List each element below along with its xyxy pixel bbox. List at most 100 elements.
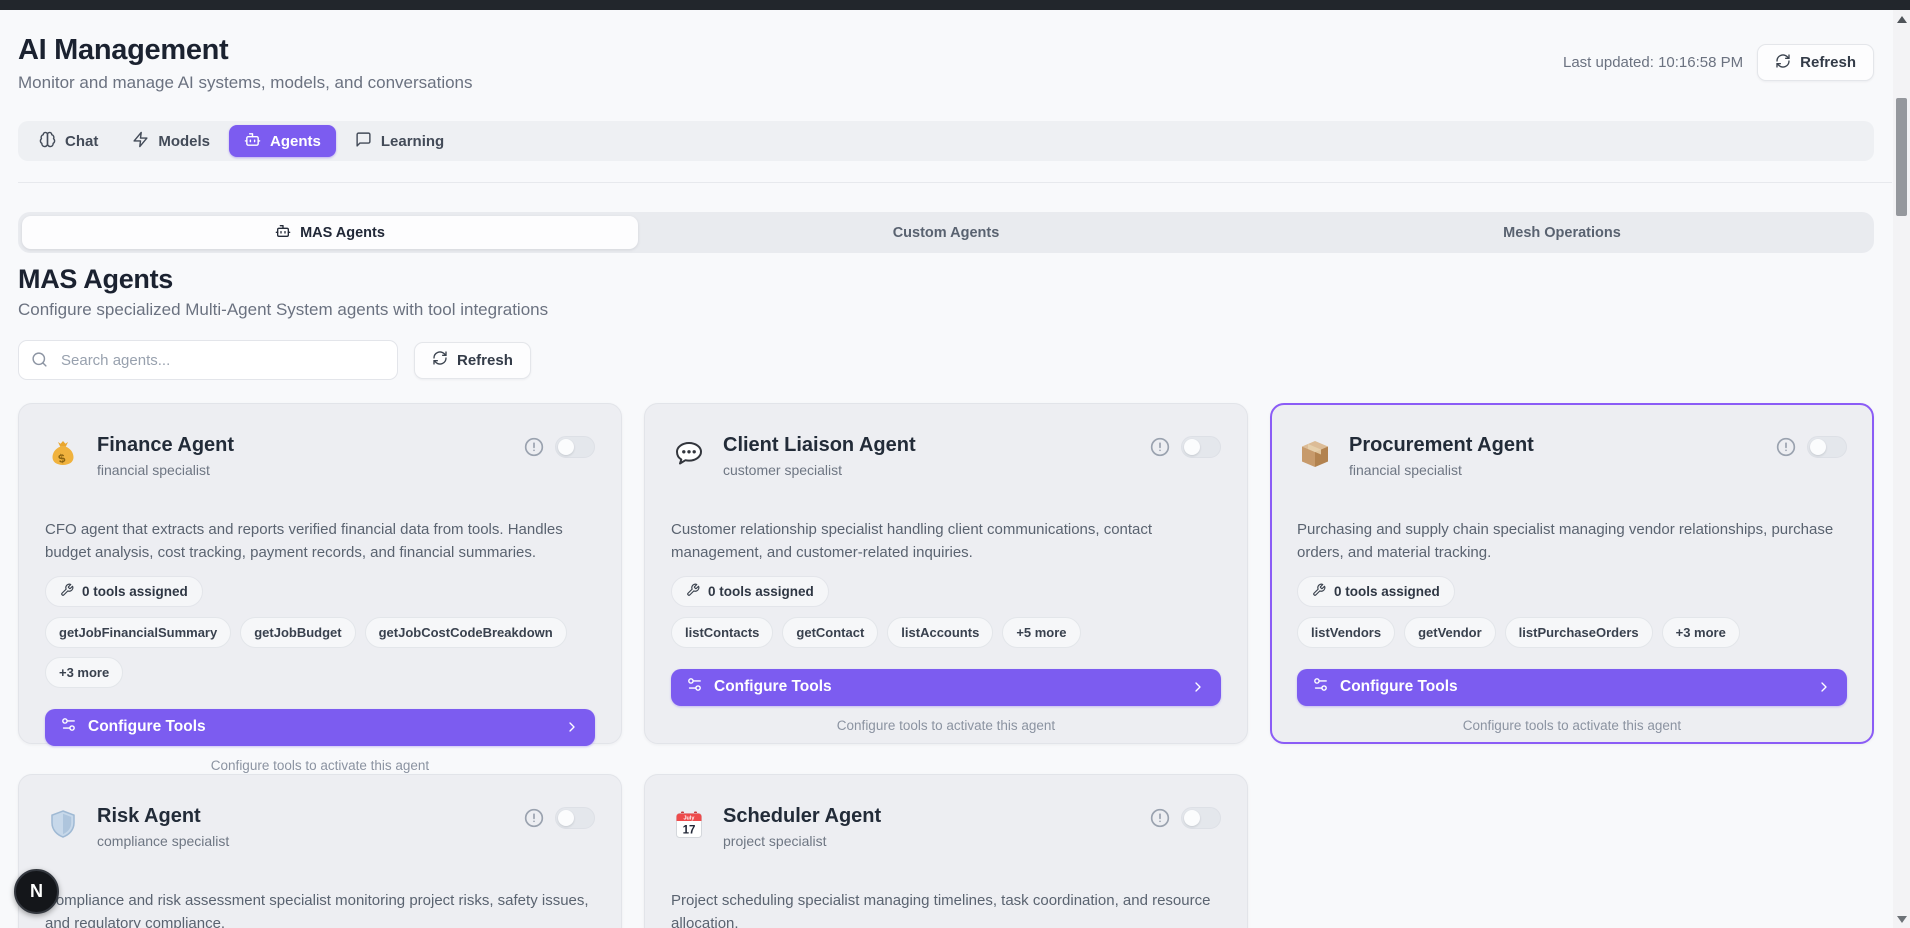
agent-card-scheduler: July 17 Scheduler Agent project speciali… [644,774,1248,928]
tab-models[interactable]: Models [117,125,225,157]
agent-role: financial specialist [1349,462,1534,478]
svg-text:17: 17 [683,825,696,837]
chevron-right-icon [1190,679,1206,695]
tool-tag: listContacts [671,617,773,648]
tool-tags: getJobFinancialSummary getJobBudget getJ… [45,617,595,688]
agent-enable-toggle[interactable] [1181,436,1221,458]
agent-name: Finance Agent [97,434,234,457]
tool-tag: getJobBudget [240,617,355,648]
agent-enable-toggle[interactable] [555,807,595,829]
money-bag-icon: $ [45,436,81,472]
tool-tag: listVendors [1297,617,1395,648]
subtab-custom-agents[interactable]: Custom Agents [638,216,1254,249]
dev-badge-label: N [30,881,43,902]
agent-name: Scheduler Agent [723,805,881,828]
refresh-button-label: Refresh [457,352,513,369]
bot-icon [244,131,261,152]
info-icon[interactable] [524,437,544,457]
tool-tag: listPurchaseOrders [1505,617,1653,648]
tool-tag: getVendor [1404,617,1496,648]
subtab-label: Custom Agents [893,225,1000,241]
tab-label: Agents [270,133,321,150]
tool-tags: listContacts getContact listAccounts +5 … [671,617,1221,648]
tab-label: Chat [65,133,98,150]
brain-icon [39,131,56,152]
tab-learning[interactable]: Learning [340,125,459,157]
agent-name: Client Liaison Agent [723,434,916,457]
agent-role: compliance specialist [97,833,229,849]
search-input[interactable] [18,340,398,380]
tools-assigned-label: 0 tools assigned [708,584,814,599]
refresh-icon [432,350,448,370]
tool-tag: listAccounts [887,617,993,648]
tab-chat[interactable]: Chat [24,125,113,157]
last-updated-text: Last updated: 10:16:58 PM [1563,54,1743,71]
refresh-icon [1775,53,1791,73]
wrench-icon [686,583,700,600]
more-tools-tag: +3 more [1662,617,1740,648]
tools-assigned-badge: 0 tools assigned [1297,576,1455,607]
more-tools-tag: +5 more [1002,617,1080,648]
zap-icon [132,131,149,152]
tools-assigned-label: 0 tools assigned [82,584,188,599]
card-footer-hint: Configure tools to activate this agent [671,718,1221,733]
subtab-label: MAS Agents [300,225,385,241]
divider [18,182,1892,183]
tools-assigned-label: 0 tools assigned [1334,584,1440,599]
tool-tag: getJobCostCodeBreakdown [365,617,567,648]
tools-assigned-badge: 0 tools assigned [45,576,203,607]
tools-assigned-badge: 0 tools assigned [671,576,829,607]
message-square-icon [355,131,372,152]
configure-tools-button[interactable]: Configure Tools [671,669,1221,706]
configure-tools-label: Configure Tools [1340,678,1458,696]
subtab-label: Mesh Operations [1503,225,1621,241]
agent-enable-toggle[interactable] [1181,807,1221,829]
calendar-icon: July 17 [671,807,707,843]
section-title: MAS Agents [18,264,1874,295]
info-icon[interactable] [1776,437,1796,457]
refresh-button-label: Refresh [1800,54,1856,71]
agents-toolbar: Refresh [18,340,1874,380]
main-content: AI Management Monitor and manage AI syst… [18,0,1874,928]
tool-tag: getJobFinancialSummary [45,617,231,648]
main-tabbar: Chat Models Agents Learning [18,121,1874,161]
agents-subtabbar: MAS Agents Custom Agents Mesh Operations [18,212,1874,253]
info-icon[interactable] [1150,808,1170,828]
agents-grid: $ Finance Agent financial specialist CFO… [18,403,1874,928]
agent-name: Procurement Agent [1349,434,1534,457]
chevron-right-icon [1816,679,1832,695]
speech-bubble-icon [671,436,707,472]
scrollbar-down-arrow[interactable] [1897,916,1907,923]
subtab-mesh-operations[interactable]: Mesh Operations [1254,216,1870,249]
tool-tags: listVendors getVendor listPurchaseOrders… [1297,617,1847,648]
dev-badge[interactable]: N [14,869,59,914]
card-footer-hint: Configure tools to activate this agent [45,758,595,773]
agent-card-procurement: Procurement Agent financial specialist P… [1270,403,1874,744]
card-footer-hint: Configure tools to activate this agent [1297,718,1847,733]
bot-icon [275,223,291,243]
sliders-icon [686,676,703,698]
agent-enable-toggle[interactable] [1807,436,1847,458]
agent-card-risk: Risk Agent compliance specialist Complia… [18,774,622,928]
info-icon[interactable] [524,808,544,828]
agent-enable-toggle[interactable] [555,436,595,458]
agents-refresh-button[interactable]: Refresh [414,342,531,379]
tab-label: Learning [381,133,444,150]
section-subtitle: Configure specialized Multi-Agent System… [18,300,1874,320]
scrollbar-up-arrow[interactable] [1897,16,1907,23]
subtab-mas-agents[interactable]: MAS Agents [22,216,638,249]
agent-role: financial specialist [97,462,234,478]
tool-tag: getContact [782,617,878,648]
agent-card-finance: $ Finance Agent financial specialist CFO… [18,403,622,744]
refresh-button[interactable]: Refresh [1757,44,1874,81]
configure-tools-button[interactable]: Configure Tools [1297,669,1847,706]
scrollbar[interactable] [1893,10,1910,928]
scrollbar-thumb[interactable] [1896,98,1907,216]
page-subtitle: Monitor and manage AI systems, models, a… [18,73,473,93]
agent-card-client-liaison: Client Liaison Agent customer specialist… [644,403,1248,744]
info-icon[interactable] [1150,437,1170,457]
agent-name: Risk Agent [97,805,229,828]
tab-agents[interactable]: Agents [229,125,336,157]
configure-tools-button[interactable]: Configure Tools [45,709,595,746]
sliders-icon [60,716,77,738]
